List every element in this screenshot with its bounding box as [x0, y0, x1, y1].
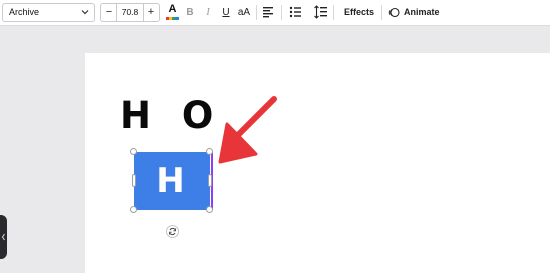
align-left-icon[interactable] — [262, 6, 274, 18]
bold-button[interactable]: B — [184, 4, 196, 21]
bulleted-list-icon[interactable] — [289, 6, 301, 18]
rotate-icon — [169, 227, 176, 236]
selected-text-box[interactable]: H O — [134, 152, 210, 259]
animate-button[interactable]: Animate — [388, 4, 448, 21]
rotate-button[interactable] — [166, 225, 179, 238]
resize-handle-bottom-right[interactable] — [206, 206, 213, 213]
font-size-stepper: − 70.8 + — [100, 3, 160, 22]
effects-button[interactable]: Effects — [344, 4, 374, 21]
font-family-value: Archive — [9, 7, 40, 17]
toolbar-divider — [281, 5, 282, 20]
selected-text[interactable]: H O — [134, 152, 210, 259]
line-spacing-icon[interactable] — [314, 5, 327, 19]
side-panel-toggle[interactable] — [0, 215, 7, 259]
resize-handle-top-left[interactable] — [130, 148, 137, 155]
toolbar-divider — [381, 5, 382, 20]
chevron-left-icon — [1, 233, 5, 241]
toolbar-divider — [256, 5, 257, 20]
resize-handle-bottom-left[interactable] — [130, 206, 137, 213]
decrease-font-size-button[interactable]: − — [102, 4, 117, 21]
resize-handle-left[interactable] — [132, 174, 136, 187]
increase-font-size-button[interactable]: + — [143, 4, 158, 21]
text-color-icon: A — [168, 3, 177, 15]
resize-handle-right[interactable] — [208, 174, 212, 187]
text-color-button[interactable]: A — [166, 3, 179, 21]
font-size-input[interactable]: 70.8 — [117, 4, 143, 21]
animate-icon — [388, 7, 400, 18]
animate-label: Animate — [404, 7, 440, 17]
red-arrow-icon — [218, 96, 277, 164]
toolbar-divider — [333, 5, 334, 20]
letter-case-button[interactable]: aA — [237, 4, 251, 21]
chevron-down-icon — [81, 10, 89, 15]
font-family-dropdown[interactable]: Archive — [2, 3, 95, 22]
italic-button[interactable]: I — [203, 4, 213, 21]
editor-toolbar: Archive − 70.8 + A B I U aA Effects Anim… — [0, 0, 550, 26]
underline-button[interactable]: U — [220, 4, 232, 21]
color-bar-icon — [166, 17, 179, 20]
